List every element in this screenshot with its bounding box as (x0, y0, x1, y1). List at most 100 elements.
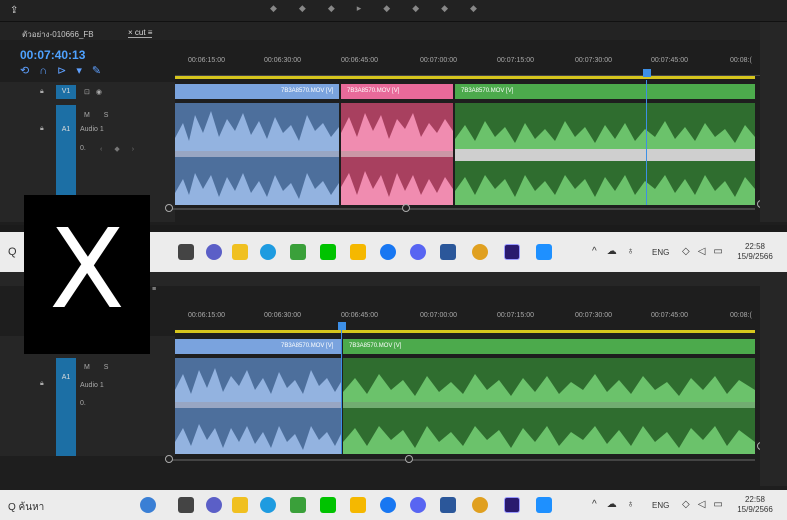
premiere-icon[interactable] (504, 244, 520, 260)
tray-icons[interactable]: ^☁♁ (592, 246, 644, 257)
minecraft-icon[interactable] (290, 244, 306, 260)
work-area-bar[interactable] (175, 76, 755, 79)
line-icon[interactable] (320, 244, 336, 260)
premiere-icon[interactable] (504, 497, 520, 513)
audio-clip[interactable] (175, 358, 341, 454)
network-volume-battery-icons[interactable]: ◇◁▭ (682, 246, 731, 257)
chrome-icon[interactable] (472, 244, 488, 260)
language-indicator[interactable]: ENG (652, 501, 669, 510)
ruler-tick: 00:07:30:00 (575, 312, 612, 319)
a1-target[interactable]: A1 (56, 358, 76, 456)
search-box[interactable]: Q ค้นหา (8, 500, 44, 515)
minecraft-icon[interactable] (290, 497, 306, 513)
audio-clip[interactable] (343, 358, 755, 454)
system-clock[interactable]: 22:58 15/9/2566 (735, 495, 775, 515)
network-volume-battery-icons[interactable]: ◇◁▭ (682, 499, 731, 510)
word-icon[interactable] (440, 244, 456, 260)
horizontal-scrollbar[interactable] (170, 459, 755, 461)
search-icon[interactable]: Q (8, 246, 17, 258)
ruler-tick: 00:06:45:00 (341, 57, 378, 64)
video-clip[interactable]: 7B3A8570.MOV [V] (341, 84, 453, 99)
waveform (343, 374, 755, 454)
teams-icon[interactable] (206, 244, 222, 260)
transport-controls[interactable]: ◆◆◆▸◆◆◆◆ (270, 3, 499, 14)
edge-icon[interactable] (260, 497, 276, 513)
sequence-name[interactable]: ตัวอย่าง-010666_FB (22, 28, 94, 41)
waveform (341, 113, 453, 205)
playhead-handle[interactable] (338, 322, 346, 330)
track-headers (0, 336, 175, 456)
photos-icon[interactable] (536, 244, 552, 260)
playhead-line (341, 328, 342, 454)
audio-track-controls[interactable]: M S (84, 112, 114, 119)
track-toggle-icons[interactable]: ⊡◉ (84, 88, 108, 96)
audio-clip[interactable] (175, 103, 339, 205)
task-view-icon[interactable] (178, 497, 194, 513)
ruler-tick: 00:07:15:00 (497, 312, 534, 319)
ruler-tick: 00:07:45:00 (651, 57, 688, 64)
lock-icon[interactable]: 🔒︎ (40, 88, 44, 96)
audio-lock-icon[interactable]: 🔒︎ (40, 380, 44, 388)
horizontal-scrollbar[interactable] (170, 208, 755, 210)
top-timeline-panel: ⇪ ◆◆◆▸◆◆◆◆ ตัวอย่าง-010666_FB × cut ≡ 00… (0, 0, 787, 225)
tab-cut[interactable]: × cut ≡ (128, 28, 153, 38)
clock-time: 22:58 (744, 495, 766, 504)
video-clip[interactable]: 7B3A8570.MOV [V] (455, 84, 755, 99)
v1-target[interactable]: V1 (56, 85, 76, 99)
file-explorer-icon[interactable] (350, 497, 366, 513)
scroll-handle-left[interactable] (165, 455, 173, 463)
scroll-handle-center[interactable] (405, 455, 413, 463)
ruler-tick: 00:07:00:00 (420, 312, 457, 319)
audio-clip[interactable] (341, 103, 453, 205)
audio-volume[interactable]: 0. (80, 145, 86, 152)
right-scrollbar[interactable] (760, 286, 787, 486)
bing-icon[interactable] (140, 497, 156, 513)
line-icon[interactable] (320, 497, 336, 513)
store-icon[interactable] (232, 244, 248, 260)
clock-time: 22:58 (744, 242, 766, 251)
ruler-tick: 00:06:15:00 (188, 312, 225, 319)
audio-lock-icon[interactable]: 🔒︎ (40, 125, 44, 133)
audio-volume[interactable]: 0. (80, 400, 86, 407)
right-scrollbar[interactable] (760, 22, 787, 222)
playhead-handle[interactable] (643, 69, 651, 77)
ruler-tick: 00:07:30:00 (575, 57, 612, 64)
video-clip[interactable]: 7B3A8570.MOV [V] (343, 339, 755, 354)
scroll-handle-left[interactable] (165, 204, 173, 212)
photos-icon[interactable] (536, 497, 552, 513)
task-view-icon[interactable] (178, 244, 194, 260)
timeline-tools[interactable]: ⟲∩⊳▾✎ (20, 64, 111, 77)
keyframe-nav[interactable]: ‹◆› (100, 145, 146, 153)
audio-track-name: Audio 1 (80, 382, 104, 389)
work-area-bar[interactable] (175, 330, 755, 333)
facebook-icon[interactable] (380, 244, 396, 260)
facebook-icon[interactable] (380, 497, 396, 513)
audio-track-controls[interactable]: M S (84, 364, 114, 371)
ruler-tick: 00:07:45:00 (651, 312, 688, 319)
scroll-handle-center[interactable] (402, 204, 410, 212)
clock-date: 15/9/2566 (737, 505, 773, 514)
language-indicator[interactable]: ENG (652, 248, 669, 257)
export-icon[interactable]: ⇪ (10, 5, 18, 16)
discord-icon[interactable] (410, 244, 426, 260)
video-clip[interactable]: 7B3A8570.MOV [V] (175, 339, 341, 354)
edge-icon[interactable] (260, 244, 276, 260)
ruler-tick: 00:08:( (730, 57, 752, 64)
store-icon[interactable] (232, 497, 248, 513)
word-icon[interactable] (440, 497, 456, 513)
audio-clip[interactable] (455, 103, 755, 205)
playhead-timecode[interactable]: 00:07:40:13 (20, 48, 85, 62)
teams-icon[interactable] (206, 497, 222, 513)
playhead-line (646, 80, 647, 205)
system-clock[interactable]: 22:58 15/9/2566 (735, 242, 775, 262)
file-explorer-icon[interactable] (350, 244, 366, 260)
waveform (455, 121, 755, 205)
waveform (175, 368, 341, 454)
panel-menu-icon[interactable]: ≡ (152, 286, 156, 293)
ruler-tick: 00:07:00:00 (420, 57, 457, 64)
discord-icon[interactable] (410, 497, 426, 513)
video-clip[interactable]: 7B3A8570.MOV [V] (175, 84, 339, 99)
chrome-icon[interactable] (472, 497, 488, 513)
tray-icons[interactable]: ^☁♁ (592, 499, 644, 510)
clock-date: 15/9/2566 (737, 252, 773, 261)
